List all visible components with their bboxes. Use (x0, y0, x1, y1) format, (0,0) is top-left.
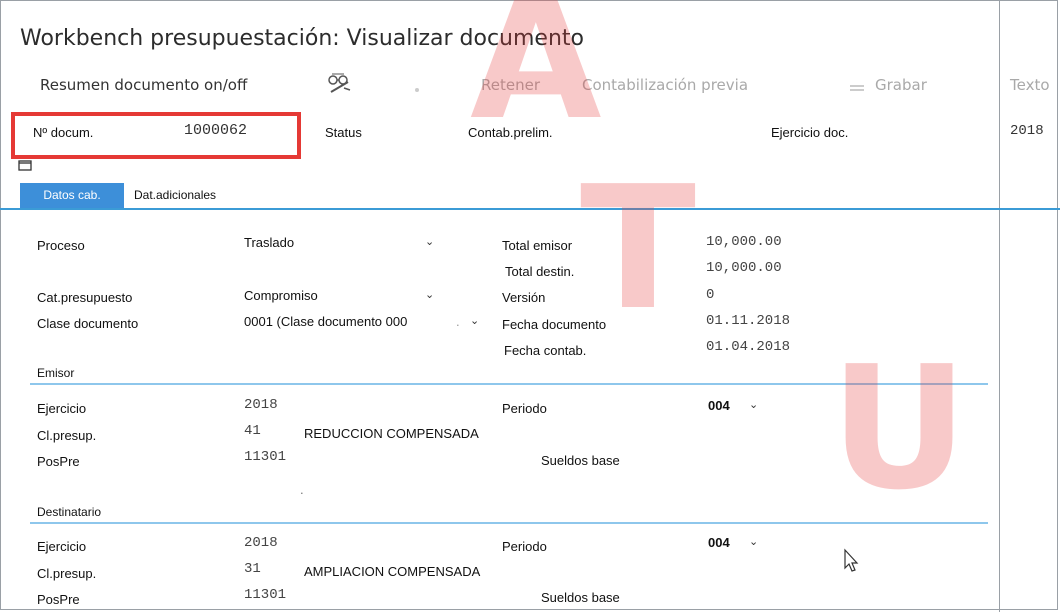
resumen-button[interactable]: Resumen documento on/off (40, 76, 247, 94)
emisor-clpres-label: Cl.presup. (37, 428, 97, 443)
dest-clpres-value: 31 (244, 561, 261, 577)
chevron-down-icon[interactable]: ⌄ (749, 398, 758, 411)
total-destin-label: Total destin. (505, 264, 575, 279)
total-emisor-value: 10,000.00 (706, 234, 782, 250)
version-value: 0 (706, 287, 715, 303)
proceso-label: Proceso (37, 238, 85, 253)
ellipsis-dot: . (456, 314, 460, 329)
doc-number-label: Nº docum. (33, 125, 94, 140)
stray-dot: . (300, 482, 304, 497)
doc-number-value: 1000062 (184, 122, 248, 139)
dest-periodo-select[interactable]: 004 (708, 535, 730, 550)
dest-periodo-label: Periodo (502, 539, 547, 554)
save-icon[interactable] (849, 81, 867, 100)
watermark-letter: U (830, 330, 969, 528)
destinatario-section-title: Destinatario (37, 505, 102, 519)
emisor-periodo-select[interactable]: 004 (708, 398, 730, 413)
tab-dat-adicionales[interactable]: Dat.adicionales (134, 183, 216, 208)
status-label: Status (325, 125, 362, 140)
total-destin-value: 10,000.00 (706, 260, 782, 276)
chevron-down-icon[interactable]: ⌄ (749, 535, 758, 548)
ejercicio-doc-label: Ejercicio doc. (771, 125, 849, 140)
dest-pospre-label: PosPre (37, 592, 80, 607)
emisor-pospre-label: PosPre (37, 454, 80, 469)
dest-clpres-label: Cl.presup. (37, 566, 97, 581)
dest-pospre-text: Sueldos base (541, 590, 620, 605)
total-emisor-label: Total emisor (502, 238, 573, 253)
chevron-down-icon[interactable]: ⌄ (425, 288, 434, 301)
fecha-contab-value: 01.04.2018 (706, 339, 791, 355)
dest-pospre-value: 11301 (244, 587, 287, 603)
emisor-ejercicio-label: Ejercicio (37, 401, 87, 416)
catpres-select[interactable]: Compromiso (244, 288, 318, 303)
dest-clpres-text: AMPLIACION COMPENSADA (304, 564, 481, 579)
contab-previa-button[interactable]: Contabilización previa (582, 76, 748, 94)
clasedoc-label: Clase documento (37, 316, 139, 331)
fecha-doc-value: 01.11.2018 (706, 313, 791, 329)
chevron-down-icon[interactable]: ⌄ (425, 235, 434, 248)
emisor-section-title: Emisor (37, 366, 75, 380)
tab-divider (0, 208, 1060, 210)
catpres-label: Cat.presupuesto (37, 290, 133, 305)
watermark-letter: A (470, 0, 602, 158)
tab-datos-cab[interactable]: Datos cab. (20, 183, 124, 208)
watermark-letter: T (580, 150, 696, 348)
panel-divider (999, 0, 1000, 612)
chevron-down-icon[interactable]: ⌄ (470, 314, 479, 327)
glasses-icon[interactable] (324, 70, 356, 105)
emisor-clpres-value: 41 (244, 423, 261, 439)
fecha-contab-label: Fecha contab. (504, 343, 587, 358)
dest-ejercicio-label: Ejercicio (37, 539, 87, 554)
collapse-icon[interactable] (18, 157, 38, 178)
ejercicio-doc-value: 2018 (1010, 123, 1044, 139)
emisor-pospre-text: Sueldos base (541, 453, 620, 468)
clasedoc-select[interactable]: 0001 (Clase documento 000 (244, 314, 407, 329)
emisor-pospre-value: 11301 (244, 449, 287, 465)
mouse-cursor-icon (843, 548, 859, 579)
texto-button[interactable]: Texto (1010, 76, 1050, 94)
emisor-periodo-label: Periodo (502, 401, 547, 416)
dot-icon (412, 82, 422, 100)
version-label: Versión (502, 290, 546, 305)
proceso-select[interactable]: Traslado (244, 235, 294, 250)
emisor-ejercicio-value: 2018 (244, 397, 278, 413)
dest-ejercicio-value: 2018 (244, 535, 278, 551)
grabar-button[interactable]: Grabar (875, 76, 927, 94)
emisor-clpres-text: REDUCCION COMPENSADA (304, 426, 479, 441)
